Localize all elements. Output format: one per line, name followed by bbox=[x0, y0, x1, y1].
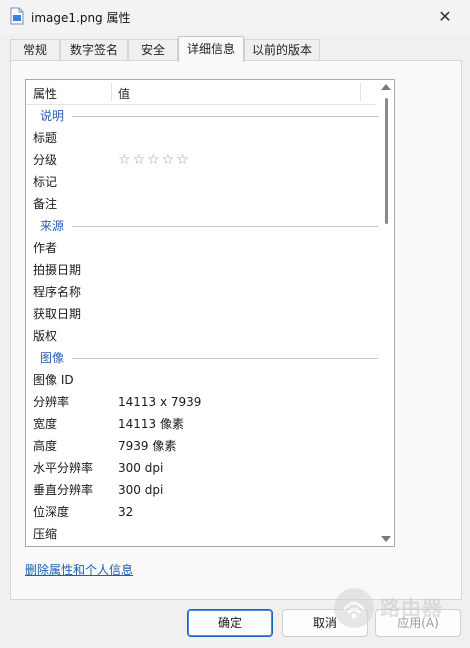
group-label: 说明 bbox=[40, 109, 65, 123]
property-label: 水平分辨率 bbox=[33, 461, 94, 475]
group-label: 来源 bbox=[40, 219, 65, 233]
row-compression[interactable]: 压缩 bbox=[26, 523, 378, 545]
property-label: 版权 bbox=[33, 329, 58, 343]
column-header: 属性 值 bbox=[26, 80, 376, 105]
scroll-down-arrow-icon[interactable] bbox=[381, 536, 391, 542]
property-label: 分辨率 bbox=[33, 395, 70, 409]
close-button[interactable]: ✕ bbox=[433, 6, 457, 28]
rating-stars-icon[interactable]: ☆☆☆☆☆ bbox=[118, 149, 191, 171]
tab-previous-versions[interactable]: 以前的版本 bbox=[244, 39, 320, 61]
column-divider[interactable] bbox=[360, 82, 361, 102]
group-description: 说明 bbox=[26, 105, 378, 127]
property-label: 获取日期 bbox=[33, 307, 82, 321]
remove-properties-link[interactable]: 删除属性和个人信息 bbox=[25, 561, 133, 578]
row-vertical-resolution[interactable]: 垂直分辨率 300 dpi bbox=[26, 479, 378, 501]
row-author[interactable]: 作者 bbox=[26, 237, 378, 259]
property-label: 图像 ID bbox=[33, 373, 74, 387]
column-property[interactable]: 属性 bbox=[33, 85, 57, 102]
row-tags[interactable]: 标记 bbox=[26, 171, 378, 193]
row-image-id[interactable]: 图像 ID bbox=[26, 369, 378, 391]
property-label: 宽度 bbox=[33, 417, 58, 431]
properties-list[interactable]: 属性 值 说明 标题 分级 ☆☆☆☆☆ 标记 备注 来源 作者 拍摄日期 程序名… bbox=[25, 79, 395, 547]
row-title[interactable]: 标题 bbox=[26, 127, 378, 149]
vertical-scrollbar[interactable] bbox=[378, 80, 394, 546]
group-divider bbox=[72, 116, 378, 117]
watermark: 路由器 bbox=[328, 584, 468, 634]
group-label: 图像 bbox=[40, 351, 65, 365]
router-logo-icon bbox=[334, 588, 374, 628]
property-label: 拍摄日期 bbox=[33, 263, 82, 277]
group-origin: 来源 bbox=[26, 215, 378, 237]
row-dimensions[interactable]: 分辨率 14113 x 7939 bbox=[26, 391, 378, 413]
column-divider[interactable] bbox=[111, 82, 112, 102]
property-value: 14113 像素 bbox=[118, 417, 184, 431]
property-label: 高度 bbox=[33, 439, 58, 453]
group-divider bbox=[72, 358, 378, 359]
property-label: 垂直分辨率 bbox=[33, 483, 94, 497]
row-width[interactable]: 宽度 14113 像素 bbox=[26, 413, 378, 435]
property-label: 作者 bbox=[33, 241, 58, 255]
property-value: 300 dpi bbox=[118, 483, 164, 497]
row-date-acquired[interactable]: 获取日期 bbox=[26, 303, 378, 325]
property-label: 程序名称 bbox=[33, 285, 82, 299]
image-file-icon bbox=[10, 7, 24, 25]
ok-button[interactable]: 确定 bbox=[187, 609, 273, 637]
row-copyright[interactable]: 版权 bbox=[26, 325, 378, 347]
scroll-up-arrow-icon[interactable] bbox=[381, 84, 391, 90]
row-comments[interactable]: 备注 bbox=[26, 193, 378, 215]
watermark-text: 路由器 bbox=[380, 596, 443, 620]
row-rating[interactable]: 分级 ☆☆☆☆☆ bbox=[26, 149, 378, 171]
tab-strip: 常规 数字签名 安全 详细信息 以前的版本 bbox=[10, 36, 462, 62]
property-label: 备注 bbox=[33, 197, 58, 211]
details-panel: 属性 值 说明 标题 分级 ☆☆☆☆☆ 标记 备注 来源 作者 拍摄日期 程序名… bbox=[10, 60, 462, 600]
group-divider bbox=[72, 226, 378, 227]
property-value: 300 dpi bbox=[118, 461, 164, 475]
tab-details[interactable]: 详细信息 bbox=[178, 36, 244, 62]
title-bar: image1.png 属性 ✕ bbox=[0, 0, 470, 34]
tab-security[interactable]: 安全 bbox=[128, 39, 178, 61]
close-icon: ✕ bbox=[438, 7, 452, 26]
property-value: 7939 像素 bbox=[118, 439, 177, 453]
column-value[interactable]: 值 bbox=[118, 85, 130, 102]
scroll-thumb[interactable] bbox=[385, 98, 388, 224]
tab-general[interactable]: 常规 bbox=[10, 39, 60, 61]
row-program[interactable]: 程序名称 bbox=[26, 281, 378, 303]
property-label: 标记 bbox=[33, 175, 58, 189]
rows: 说明 标题 分级 ☆☆☆☆☆ 标记 备注 来源 作者 拍摄日期 程序名称 获取日… bbox=[26, 105, 378, 545]
property-label: 分级 bbox=[33, 153, 58, 167]
row-height[interactable]: 高度 7939 像素 bbox=[26, 435, 378, 457]
tab-digital-signatures[interactable]: 数字签名 bbox=[60, 39, 128, 61]
row-bit-depth[interactable]: 位深度 32 bbox=[26, 501, 378, 523]
property-label: 位深度 bbox=[33, 505, 70, 519]
property-label: 压缩 bbox=[33, 527, 58, 541]
group-image: 图像 bbox=[26, 347, 378, 369]
row-horizontal-resolution[interactable]: 水平分辨率 300 dpi bbox=[26, 457, 378, 479]
property-label: 标题 bbox=[33, 131, 58, 145]
row-date-taken[interactable]: 拍摄日期 bbox=[26, 259, 378, 281]
window-title: image1.png 属性 bbox=[31, 11, 131, 25]
property-value: 14113 x 7939 bbox=[118, 395, 202, 409]
property-value: 32 bbox=[118, 505, 134, 519]
